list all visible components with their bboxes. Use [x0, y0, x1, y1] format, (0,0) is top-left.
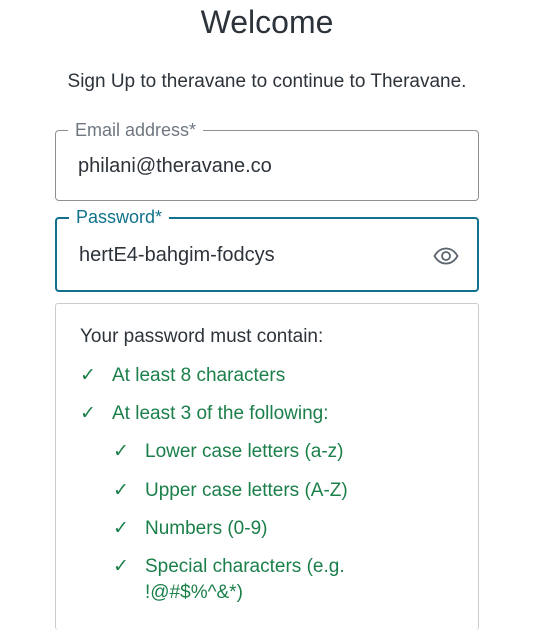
email-input[interactable]: philani@theravane.co: [78, 153, 272, 179]
check-icon: ✓: [80, 365, 96, 386]
check-icon: ✓: [80, 403, 96, 424]
check-icon: ✓: [113, 480, 129, 501]
requirement-label: At least 3 of the following:: [112, 403, 329, 424]
requirement-item: ✓ Special characters (e.g. !@#$%^&*): [113, 554, 375, 606]
eye-icon: [433, 247, 459, 265]
check-icon: ✓: [113, 441, 129, 462]
requirement-item: ✓ At least 3 of the following:: [80, 401, 442, 427]
requirement-label: Upper case letters (A-Z): [145, 480, 348, 501]
show-password-button[interactable]: [432, 242, 460, 270]
requirements-heading: Your password must contain:: [80, 326, 324, 347]
password-requirements: Your password must contain: ✓ At least 8…: [55, 303, 479, 630]
page-subtitle: Sign Up to theravane to continue to Ther…: [67, 71, 467, 92]
check-icon: ✓: [113, 518, 129, 539]
email-field-label: Email address*: [68, 119, 204, 141]
password-field-label: Password*: [69, 206, 170, 228]
password-input[interactable]: hertE4-bahgim-fodcys: [79, 242, 275, 268]
requirement-item: ✓ Lower case letters (a-z): [113, 439, 445, 465]
requirement-label: At least 8 characters: [112, 365, 286, 386]
requirement-item: ✓ Numbers (0-9): [113, 516, 445, 542]
password-field[interactable]: Password* hertE4-bahgim-fodcys: [55, 206, 479, 292]
signup-page: Welcome Sign Up to theravane to continue…: [0, 0, 534, 640]
requirement-label: Numbers (0-9): [145, 518, 268, 539]
requirement-item: ✓ Upper case letters (A-Z): [113, 478, 445, 504]
page-title: Welcome: [200, 4, 334, 40]
email-field[interactable]: Email address* philani@theravane.co: [55, 119, 479, 201]
check-icon: ✓: [113, 556, 129, 577]
requirement-label: Lower case letters (a-z): [145, 441, 344, 462]
requirement-item: ✓ At least 8 characters: [80, 363, 442, 389]
requirement-label: Special characters (e.g. !@#$%^&*): [145, 556, 345, 603]
